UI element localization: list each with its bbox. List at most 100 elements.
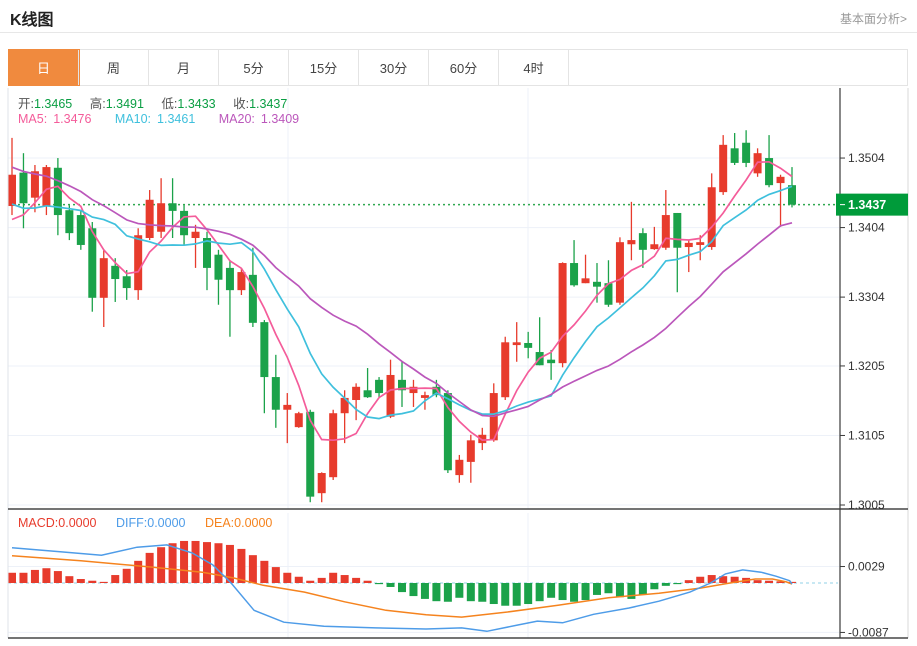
close-label: 收: xyxy=(233,97,249,111)
candle-body xyxy=(260,322,268,377)
candle-body xyxy=(501,342,509,397)
axis-tick-label: 1.3504 xyxy=(848,151,885,165)
candle-body xyxy=(180,211,188,235)
candle-body xyxy=(100,258,108,298)
macd-hist-bar xyxy=(272,567,280,583)
candle-body xyxy=(387,375,395,417)
candle-body xyxy=(559,263,567,363)
macd-hist-bar xyxy=(409,583,417,596)
low-label: 低: xyxy=(161,97,177,111)
diff-value: 0.0000 xyxy=(147,516,185,530)
tab-period-7[interactable]: 4时 xyxy=(499,50,569,85)
macd-hist-bar xyxy=(65,576,73,583)
candle-body xyxy=(593,282,601,287)
macd-hist-bar xyxy=(329,573,337,583)
titlebar: K线图 基本面分析> xyxy=(0,0,917,33)
fundamental-analysis-link[interactable]: 基本面分析> xyxy=(840,10,907,27)
axis-tick-label: -0.0087 xyxy=(848,625,889,639)
candle-body xyxy=(639,233,647,250)
candle-body xyxy=(582,278,590,283)
macd-hist-bar xyxy=(604,583,612,593)
axis-tick-label: 0.0029 xyxy=(848,560,885,574)
macd-hist-bar xyxy=(192,541,200,583)
macd-hist-bar xyxy=(570,583,578,602)
candle-body xyxy=(719,145,727,192)
macd-hist-bar xyxy=(295,577,303,583)
axis-tick-label: 1.3105 xyxy=(848,428,885,442)
high-value: 1.3491 xyxy=(106,97,144,111)
tab-period-1[interactable]: 周 xyxy=(79,50,149,85)
candle-body xyxy=(616,242,624,302)
page-title: K线图 xyxy=(10,6,54,30)
ma20-value: 1.3409 xyxy=(261,112,299,126)
macd-hist-bar xyxy=(398,583,406,592)
ma10-value: 1.3461 xyxy=(157,112,195,126)
candle-body xyxy=(547,360,555,363)
macd-hist-bar xyxy=(54,571,62,583)
macd-hist-bar xyxy=(123,569,131,583)
candle-body xyxy=(157,203,165,232)
candle-body xyxy=(226,268,234,290)
tab-period-3[interactable]: 5分 xyxy=(219,50,289,85)
macd-hist-bar xyxy=(432,583,440,601)
candle-body xyxy=(329,413,337,477)
macd-hist-bar xyxy=(19,573,27,583)
tab-period-4[interactable]: 15分 xyxy=(289,50,359,85)
axis-tick-label: 1.3205 xyxy=(848,359,885,373)
macd-value: 0.0000 xyxy=(58,516,96,530)
macd-hist-bar xyxy=(283,573,291,583)
candle-body xyxy=(455,460,463,475)
macd-readout: MACD:0.0000 DIFF:0.0000 DEA:0.0000 xyxy=(18,516,272,530)
tab-period-2[interactable]: 月 xyxy=(149,50,219,85)
ma20-label: MA20: xyxy=(219,112,255,126)
macd-label: MACD: xyxy=(18,516,58,530)
candle-body xyxy=(169,203,177,211)
macd-hist-bar xyxy=(249,555,257,583)
kline-chart-area[interactable]: 1.35041.34041.33041.32051.31051.30050.00… xyxy=(0,88,917,646)
kline-chart-svg: 1.35041.34041.33041.32051.31051.30050.00… xyxy=(0,88,917,646)
macd-hist-bar xyxy=(673,583,681,584)
macd-hist-bar xyxy=(214,543,222,583)
macd-hist-bar xyxy=(754,580,762,583)
open-value: 1.3465 xyxy=(34,97,72,111)
candle-body xyxy=(214,255,222,280)
axis-tick-label: 1.3005 xyxy=(848,498,885,512)
candle-body xyxy=(123,276,131,288)
candle-body xyxy=(111,266,119,279)
macd-hist-bar xyxy=(501,583,509,606)
tabbar-filler xyxy=(569,50,907,85)
candle-body xyxy=(134,235,142,290)
candle-body xyxy=(283,405,291,410)
macd-hist-bar xyxy=(559,583,567,600)
tab-period-5[interactable]: 30分 xyxy=(359,50,429,85)
ma-readout: MA5:1.3476 MA10:1.3461 MA20:1.3409 xyxy=(18,112,305,126)
ohlc-readout: 开:1.3465 高:1.3491 低:1.3433 收:1.3437 xyxy=(18,93,301,112)
candle-body xyxy=(318,473,326,493)
macd-hist-bar xyxy=(42,568,50,583)
candle-body xyxy=(272,377,280,410)
period-tabbar: 日周月5分15分30分60分4时 xyxy=(8,49,908,86)
dea-label: DEA: xyxy=(205,516,234,530)
ma10-label: MA10: xyxy=(115,112,151,126)
tab-period-6[interactable]: 60分 xyxy=(429,50,499,85)
candle-body xyxy=(685,243,693,247)
ma5-value: 1.3476 xyxy=(53,112,91,126)
macd-hist-bar xyxy=(582,583,590,600)
close-value: 1.3437 xyxy=(249,97,287,111)
macd-hist-bar xyxy=(169,543,177,583)
macd-hist-bar xyxy=(352,578,360,583)
macd-hist-bar xyxy=(593,583,601,595)
macd-hist-bar xyxy=(306,581,314,583)
macd-hist-bar xyxy=(639,583,647,595)
candle-body xyxy=(696,242,704,245)
axis-tick-label: 1.3404 xyxy=(848,221,885,235)
macd-hist-bar xyxy=(31,570,39,583)
candle-body xyxy=(524,343,532,348)
candle-body xyxy=(375,380,383,393)
macd-hist-bar xyxy=(375,583,383,584)
tab-period-0[interactable]: 日 xyxy=(9,50,79,85)
candle-body xyxy=(444,393,452,470)
open-label: 开: xyxy=(18,97,34,111)
candle-body xyxy=(295,413,303,427)
macd-hist-bar xyxy=(490,583,498,604)
